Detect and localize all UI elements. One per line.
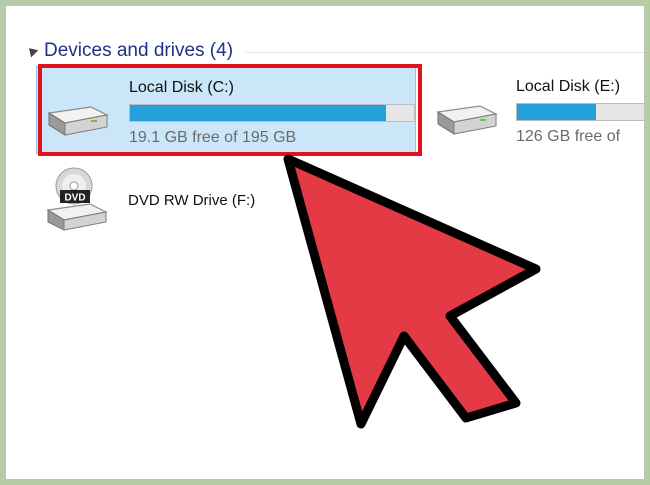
- drive-tile-c[interactable]: Local Disk (C:) 19.1 GB free of 195 GB: [36, 66, 416, 154]
- capacity-bar-fill: [130, 105, 387, 121]
- hard-drive-icon: [47, 106, 109, 136]
- explorer-window: Devices and drives (4) Local Disk (C:) 1…: [0, 0, 650, 485]
- drive-free-space: 126 GB free of: [516, 128, 621, 145]
- capacity-bar: [516, 103, 644, 121]
- dvd-drive-icon: DVD: [46, 167, 108, 231]
- devices-group-header[interactable]: Devices and drives (4): [24, 36, 644, 66]
- drive-name: Local Disk (E:): [516, 78, 621, 95]
- drive-tile-f[interactable]: DVD DVD RW Drive (F:): [36, 164, 336, 234]
- capacity-bar-fill: [517, 104, 597, 120]
- collapse-arrow-icon[interactable]: [25, 44, 39, 58]
- drive-name: DVD RW Drive (F:): [128, 192, 256, 209]
- hard-drive-icon: [436, 105, 498, 135]
- group-divider: [245, 51, 644, 53]
- dvd-label: DVD: [64, 193, 85, 204]
- drive-free-space: 19.1 GB free of 195 GB: [129, 129, 297, 146]
- group-title: Devices and drives (4): [44, 40, 234, 61]
- capacity-bar: [129, 104, 415, 122]
- drive-name: Local Disk (C:): [129, 79, 234, 96]
- drive-tile-e[interactable]: Local Disk (E:) 126 GB free of: [430, 66, 644, 154]
